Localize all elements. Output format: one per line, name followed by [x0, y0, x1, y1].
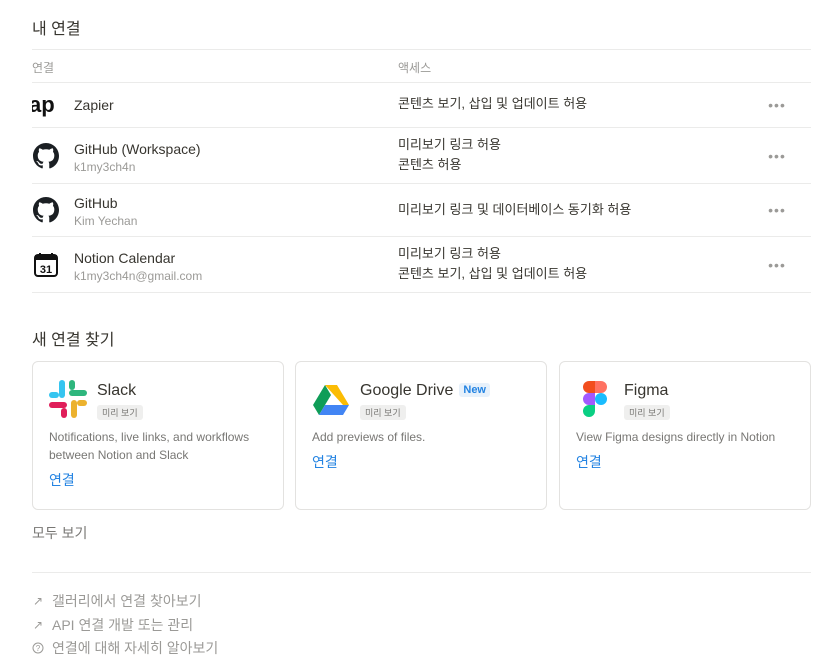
connection-row-github: GitHub Kim Yechan 미리보기 링크 및 데이터베이스 동기화 허… — [32, 184, 811, 236]
connection-row-notion-calendar: 31 Notion Calendar k1my3ch4n@gmail.com 미… — [32, 237, 811, 292]
my-connections-title: 내 연결 — [32, 21, 81, 38]
access-text: 콘텐츠 보기, 삽입 및 업데이트 허용 — [398, 266, 588, 281]
connection-name: Zapier — [74, 97, 114, 113]
github-icon — [32, 196, 60, 224]
access-text: 미리보기 링크 및 데이터베이스 동기화 허용 — [398, 202, 632, 217]
connection-row-zapier: ap Zapier 콘텐츠 보기, 삽입 및 업데이트 허용 ••• — [32, 83, 811, 127]
integration-card-google-drive[interactable]: Google Drive New 미리 보기 Add previews of fi… — [295, 361, 547, 510]
link-label: API 연결 개발 또는 관리 — [52, 617, 194, 633]
svg-text:ap: ap — [32, 92, 55, 117]
more-options-button[interactable]: ••• — [766, 202, 788, 218]
preview-badge: 미리 보기 — [360, 405, 406, 420]
integration-description: Add previews of files. — [312, 430, 426, 444]
gallery-link[interactable]: ↗ 갤러리에서 연결 찾아보기 — [32, 591, 202, 611]
google-drive-icon — [311, 379, 351, 419]
connection-account: k1my3ch4n@gmail.com — [74, 269, 203, 283]
calendar-icon: 31 — [32, 251, 60, 279]
discover-connections-title: 새 연결 찾기 — [32, 332, 115, 349]
integration-name: Slack — [97, 382, 137, 399]
connect-button[interactable]: 연결 — [312, 452, 338, 472]
integration-name: Google Drive New — [360, 382, 490, 400]
integration-description: View Figma designs directly in Notion — [576, 430, 776, 444]
more-options-button[interactable]: ••• — [766, 148, 788, 164]
access-text: 미리보기 링크 허용 — [398, 137, 501, 152]
preview-badge: 미리 보기 — [624, 405, 670, 420]
divider — [32, 49, 811, 50]
more-options-button[interactable]: ••• — [766, 257, 788, 273]
access-text: 미리보기 링크 허용 — [398, 246, 501, 261]
connection-account: k1my3ch4n — [74, 160, 136, 174]
svg-text:?: ? — [36, 644, 41, 653]
access-text: 콘텐츠 허용 — [398, 157, 462, 172]
connect-button[interactable]: 연결 — [49, 470, 75, 490]
arrow-up-right-icon: ↗ — [32, 618, 44, 632]
connection-name: GitHub — [74, 195, 118, 211]
figma-icon — [575, 379, 615, 419]
divider — [32, 292, 811, 293]
zapier-icon: ap — [32, 91, 60, 119]
connection-name: Notion Calendar — [74, 250, 176, 266]
preview-badge: 미리 보기 — [97, 405, 143, 420]
access-text: 콘텐츠 보기, 삽입 및 업데이트 허용 — [398, 96, 588, 111]
divider — [32, 572, 811, 573]
integration-description: Notifications, live links, and workflows… — [49, 430, 250, 462]
link-label: 연결에 대해 자세히 알아보기 — [52, 640, 219, 656]
integration-card-figma[interactable]: Figma 미리 보기 View Figma designs directly … — [559, 361, 811, 510]
slack-icon — [48, 379, 88, 419]
learn-more-link[interactable]: ? 연결에 대해 자세히 알아보기 — [32, 638, 218, 658]
new-badge: New — [459, 383, 490, 397]
integration-card-slack[interactable]: Slack 미리 보기 Notifications, live links, a… — [32, 361, 284, 510]
column-header-access: 액세스 — [398, 61, 432, 75]
more-options-button[interactable]: ••• — [766, 97, 788, 113]
connection-account: Kim Yechan — [74, 214, 138, 228]
link-label: 갤러리에서 연결 찾아보기 — [52, 593, 202, 609]
github-icon — [32, 142, 60, 170]
help-circle-icon: ? — [32, 642, 44, 654]
svg-text:31: 31 — [40, 264, 52, 276]
column-header-connection: 연결 — [32, 61, 55, 75]
integration-name-text: Google Drive — [360, 382, 454, 399]
connect-button[interactable]: 연결 — [576, 452, 602, 472]
connection-row-github-workspace: GitHub (Workspace) k1my3ch4n 미리보기 링크 허용 … — [32, 128, 811, 183]
integration-name: Figma — [624, 382, 669, 399]
connection-name: GitHub (Workspace) — [74, 141, 201, 157]
show-all-button[interactable]: 모두 보기 — [32, 523, 87, 543]
api-link[interactable]: ↗ API 연결 개발 또는 관리 — [32, 615, 193, 635]
arrow-up-right-icon: ↗ — [32, 594, 44, 608]
